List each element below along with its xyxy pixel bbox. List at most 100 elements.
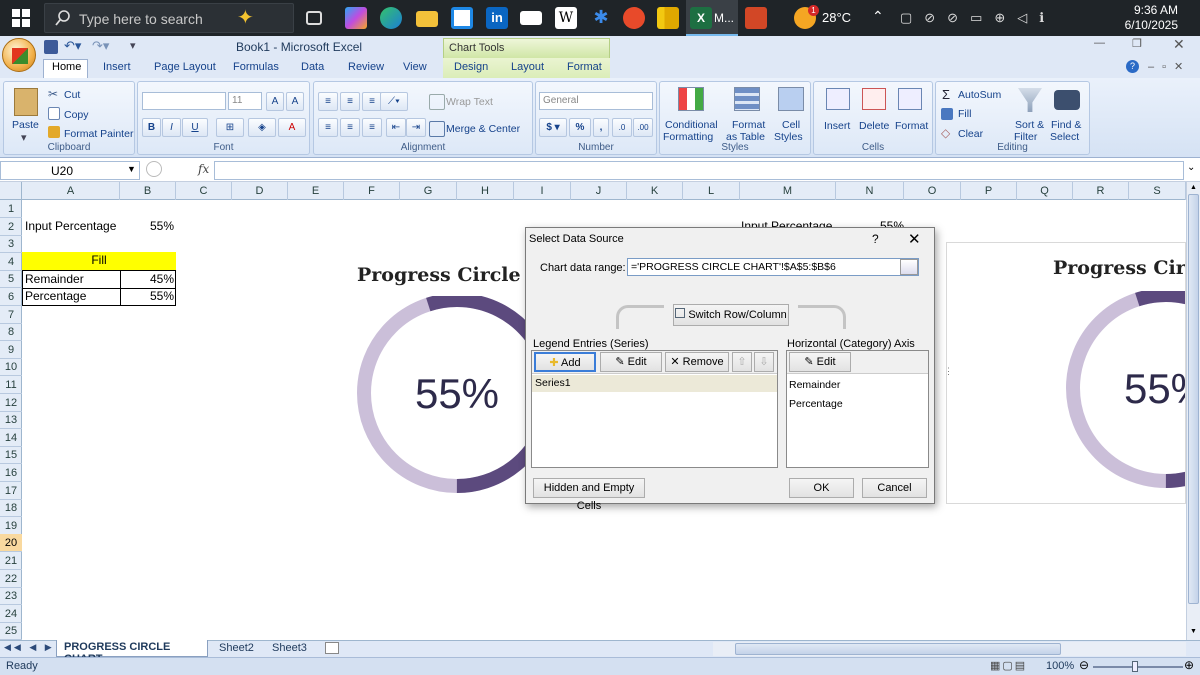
fill-color-button[interactable]: ◈ — [248, 118, 276, 137]
bold-button[interactable]: B — [142, 118, 161, 137]
column-header[interactable]: E — [288, 182, 344, 200]
number-format-dropdown[interactable]: General — [539, 92, 653, 110]
save-icon[interactable] — [44, 40, 58, 54]
row-header[interactable]: 10 — [0, 358, 22, 377]
cell-b5[interactable]: 45% — [150, 271, 174, 288]
increase-decimal-button[interactable]: .0 — [612, 118, 632, 137]
clear-button[interactable]: Clear — [958, 128, 983, 140]
column-header[interactable]: O — [904, 182, 961, 200]
temperature[interactable]: 28°C — [822, 10, 851, 25]
column-header[interactable]: H — [457, 182, 514, 200]
windows-start-icon[interactable] — [12, 9, 30, 27]
orientation-button[interactable]: ⟋▾ — [380, 92, 408, 111]
row-header[interactable]: 15 — [0, 446, 22, 465]
column-header[interactable]: J — [571, 182, 627, 200]
row-header[interactable]: 16 — [0, 464, 22, 482]
column-header[interactable]: A — [22, 182, 120, 200]
file-explorer-icon[interactable] — [416, 11, 438, 27]
align-left-button[interactable]: ≡ — [318, 118, 338, 137]
task-view-icon[interactable] — [306, 11, 322, 25]
row-header[interactable]: 23 — [0, 587, 22, 606]
fill-button[interactable]: Fill — [958, 108, 971, 120]
row-header[interactable]: 14 — [0, 429, 22, 447]
taskbar-search-box[interactable]: Type here to search ✦ — [44, 3, 294, 33]
cell-a5[interactable]: Remainder — [25, 271, 84, 288]
bluetooth-icon[interactable]: ✱ — [590, 7, 612, 29]
sort-filter-line1[interactable]: Sort & — [1015, 119, 1044, 131]
align-top-button[interactable]: ≡ — [318, 92, 338, 111]
insert-sheet-icon[interactable] — [325, 642, 339, 654]
clock[interactable]: 9:36 AM 6/10/2025 — [1125, 3, 1178, 33]
column-header[interactable]: N — [836, 182, 904, 200]
column-header[interactable]: G — [400, 182, 457, 200]
zoom-in-icon[interactable]: ⊕ — [1184, 658, 1194, 672]
row-header[interactable]: 18 — [0, 499, 22, 518]
insert-cells-button[interactable]: Insert — [824, 120, 850, 132]
scroll-down-icon[interactable]: ▼ — [1188, 628, 1199, 638]
insert-function-button[interactable]: fx — [198, 162, 209, 176]
decrease-decimal-button[interactable]: .00 — [633, 118, 653, 137]
format-as-table-line1[interactable]: Format — [732, 119, 765, 131]
move-up-button[interactable]: ⇧ — [732, 352, 752, 372]
close-icon[interactable]: ✕ — [1173, 36, 1185, 53]
paste-button[interactable]: Paste — [12, 119, 39, 131]
column-header[interactable]: P — [961, 182, 1017, 200]
currency-button[interactable]: $ ▾ — [539, 118, 567, 137]
tab-page-layout[interactable]: Page Layout — [154, 61, 216, 73]
progress-chart-right[interactable]: Progress Circle Chart 55% — [946, 242, 1186, 504]
axis-label-item[interactable]: Percentage — [789, 398, 843, 410]
row-header[interactable]: 7 — [0, 306, 22, 324]
redo-icon[interactable]: ↷▾ — [92, 38, 109, 54]
row-header-selected[interactable]: 20 — [0, 534, 22, 553]
row-header[interactable]: 13 — [0, 411, 22, 430]
tab-formulas[interactable]: Formulas — [233, 61, 279, 73]
find-select-line1[interactable]: Find & — [1051, 119, 1081, 131]
italic-button[interactable]: I — [162, 118, 181, 137]
cancel-formula-icon[interactable] — [146, 161, 162, 177]
scroll-thumb[interactable] — [1188, 194, 1199, 604]
tray-icons[interactable]: ▢⊘⊘▭⊕◁ℹ — [900, 10, 1056, 26]
grow-font-button[interactable]: A — [266, 92, 284, 111]
row-header[interactable]: 17 — [0, 482, 22, 500]
undo-icon[interactable]: ↶▾ — [64, 38, 81, 54]
progress-chart-left[interactable]: Progress Circle Chart 55% — [344, 248, 534, 510]
office-button[interactable] — [2, 38, 36, 72]
hidden-empty-cells-button[interactable]: Hidden and Empty Cells — [533, 478, 645, 512]
dialog-help-button[interactable]: ? — [872, 232, 879, 246]
column-header[interactable]: B — [120, 182, 176, 200]
row-header[interactable]: 11 — [0, 376, 22, 394]
font-size-dropdown[interactable]: 11 — [228, 92, 262, 110]
font-name-dropdown[interactable] — [142, 92, 226, 110]
vertical-scrollbar[interactable]: ▲ ▼ — [1186, 182, 1200, 640]
shrink-font-button[interactable]: A — [286, 92, 304, 111]
name-box-dropdown-icon[interactable]: ▼ — [127, 164, 136, 174]
row-header[interactable]: 9 — [0, 341, 22, 359]
row-header[interactable]: 4 — [0, 253, 22, 271]
tab-home[interactable]: Home — [52, 61, 81, 73]
row-header[interactable]: 3 — [0, 235, 22, 254]
name-box[interactable]: U20 ▼ — [0, 161, 140, 180]
cell-a6[interactable]: Percentage — [25, 288, 86, 305]
wrap-text-button[interactable]: Wrap Text — [446, 96, 493, 108]
tab-format[interactable]: Format — [567, 61, 602, 73]
horizontal-scrollbar[interactable] — [713, 642, 1186, 656]
ok-button[interactable]: OK — [789, 478, 854, 498]
column-header[interactable]: M — [740, 182, 836, 200]
sheet-tab[interactable]: Sheet2 — [219, 642, 254, 654]
column-header[interactable]: Q — [1017, 182, 1073, 200]
range-collapse-icon[interactable] — [900, 259, 918, 275]
row-header[interactable]: 2 — [0, 218, 22, 236]
ribbon-window-controls[interactable]: –▫✕ — [1148, 60, 1191, 73]
add-series-button[interactable]: ✚ Add — [534, 352, 596, 372]
restore-icon[interactable]: ❐ — [1132, 37, 1142, 50]
chart-resize-handle[interactable]: ⋮ — [944, 366, 953, 377]
row-header[interactable]: 12 — [0, 394, 22, 412]
copy-button[interactable]: Copy — [64, 109, 89, 121]
wikipedia-icon[interactable]: W — [555, 7, 577, 29]
zoom-level[interactable]: 100% — [1046, 660, 1074, 672]
expand-formula-icon[interactable]: ⌄ — [1187, 162, 1195, 173]
column-header[interactable]: L — [683, 182, 740, 200]
font-color-button[interactable]: A — [278, 118, 306, 137]
borders-button[interactable]: ⊞ — [216, 118, 244, 137]
cell-a4-fill-header[interactable]: Fill — [22, 252, 176, 270]
